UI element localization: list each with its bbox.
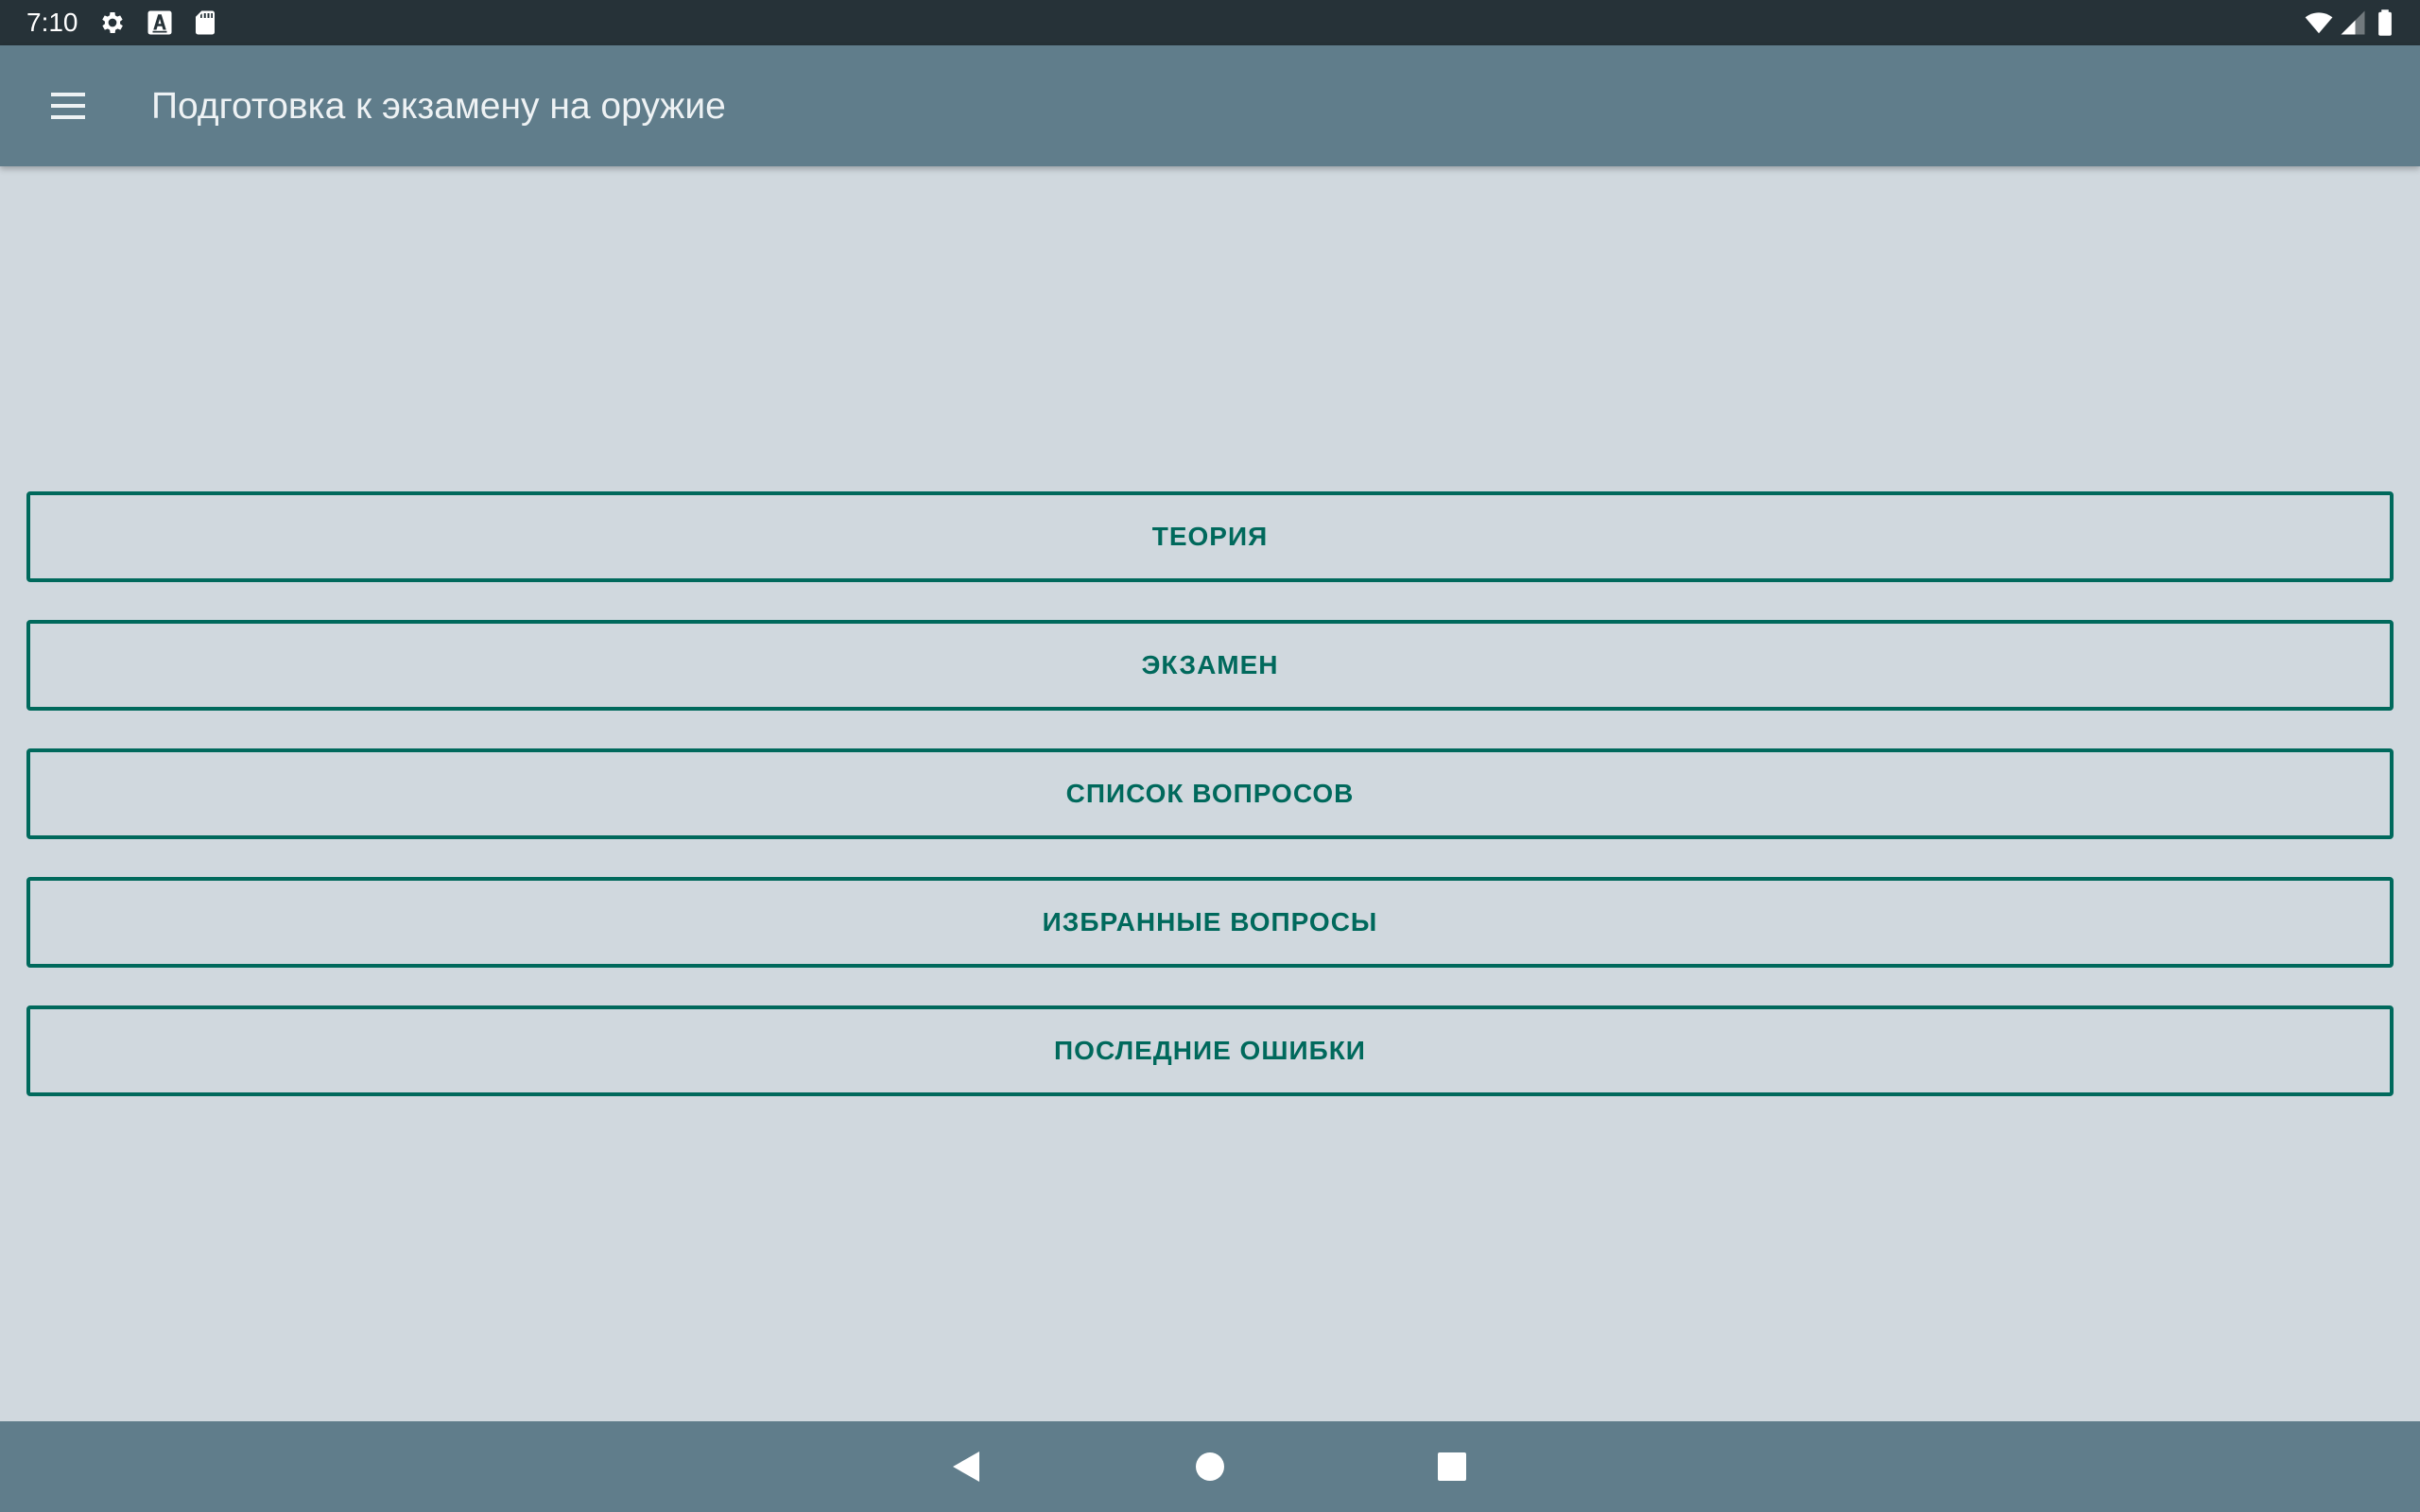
recents-button[interactable] bbox=[1426, 1440, 1478, 1493]
system-navigation-bar bbox=[0, 1421, 2420, 1512]
favorite-questions-button[interactable]: ИЗБРАННЫЕ ВОПРОСЫ bbox=[26, 877, 2394, 968]
sd-card-icon bbox=[196, 10, 215, 35]
back-icon bbox=[953, 1452, 979, 1482]
battery-icon bbox=[2378, 9, 2392, 36]
theory-button[interactable]: ТЕОРИЯ bbox=[26, 491, 2394, 582]
main-menu: ТЕОРИЯ ЭКЗАМЕН СПИСОК ВОПРОСОВ ИЗБРАННЫЕ… bbox=[26, 491, 2394, 1134]
recent-mistakes-button[interactable]: ПОСЛЕДНИЕ ОШИБКИ bbox=[26, 1005, 2394, 1096]
status-bar: 7:10 bbox=[0, 0, 2420, 45]
back-button[interactable] bbox=[942, 1440, 994, 1493]
settings-icon bbox=[102, 12, 123, 33]
recents-icon bbox=[1438, 1452, 1466, 1481]
home-button[interactable] bbox=[1184, 1440, 1236, 1493]
app-bar: Подготовка к экзамену на оружие bbox=[0, 45, 2420, 166]
wifi-icon bbox=[2305, 12, 2333, 34]
hamburger-menu-icon bbox=[51, 93, 85, 119]
exam-button[interactable]: ЭКЗАМЕН bbox=[26, 620, 2394, 711]
home-icon bbox=[1196, 1452, 1224, 1481]
navigation-menu-button[interactable] bbox=[30, 68, 106, 144]
question-list-button[interactable]: СПИСОК ВОПРОСОВ bbox=[26, 748, 2394, 839]
app-title: Подготовка к экзамену на оружие bbox=[151, 86, 726, 127]
status-time: 7:10 bbox=[26, 8, 78, 37]
cell-signal-icon bbox=[2341, 10, 2365, 35]
keyboard-a-icon bbox=[147, 10, 172, 35]
screen: 7:10 Подготовка к экзамену на оружие ТЕО… bbox=[0, 0, 2420, 1512]
